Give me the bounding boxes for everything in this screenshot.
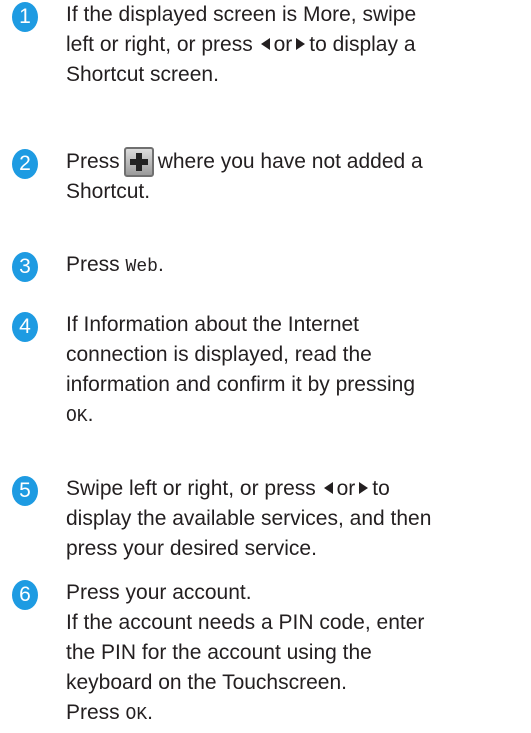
text-fragment: to xyxy=(372,477,390,500)
ui-term: OK xyxy=(125,705,148,725)
ui-term: Web xyxy=(125,257,158,277)
step-line: If the displayed screen is More, swipe xyxy=(66,3,417,26)
text-fragment: Swipe left or right, or press xyxy=(66,477,316,500)
text-fragment: or xyxy=(273,33,293,56)
step-line: If Information about the Internet xyxy=(66,313,360,336)
step-line: connection is displayed, read the xyxy=(66,343,372,366)
step-line: information and confirm it by pressing xyxy=(66,373,415,396)
step-number-badge: 5 xyxy=(12,476,38,506)
text-fragment: . xyxy=(87,403,94,426)
step-line: display the available services, and then xyxy=(66,507,432,530)
step-number-badge: 1 xyxy=(12,2,38,32)
step-line: left or right, or press or to display a xyxy=(66,30,531,60)
step-line: Press OK. xyxy=(66,698,531,728)
step-text: Press your account. If the account needs… xyxy=(66,578,531,728)
step-line: Swipe left or right, or press or to xyxy=(66,474,531,504)
text-fragment: to display a xyxy=(309,33,416,56)
step-line: the PIN for the account using the xyxy=(66,641,372,664)
step-line: OK. xyxy=(66,400,531,430)
step-number-badge: 2 xyxy=(12,149,38,179)
step-text: Swipe left or right, or press or to displ… xyxy=(66,474,531,564)
step-text: If Information about the Internet connec… xyxy=(66,310,531,430)
left-arrow-icon xyxy=(323,482,333,494)
step-number-badge: 3 xyxy=(12,252,38,282)
text-fragment: Press xyxy=(66,253,120,276)
step-line: If the account needs a PIN code, enter xyxy=(66,611,425,634)
ui-term: OK xyxy=(66,407,88,427)
right-arrow-icon xyxy=(296,38,306,50)
step-line: Press your account. xyxy=(66,581,252,604)
text-fragment: Press xyxy=(66,150,120,173)
left-arrow-icon xyxy=(260,38,270,50)
text-fragment: left or right, or press xyxy=(66,33,253,56)
step-line: Press Web. xyxy=(66,250,531,280)
plus-button-icon xyxy=(123,147,154,177)
step-text: Press Web. xyxy=(66,250,531,280)
text-fragment: where you have not added a xyxy=(157,150,423,173)
text-fragment: Press xyxy=(66,701,120,724)
text-fragment: or xyxy=(336,477,356,500)
text-fragment: . xyxy=(147,701,153,724)
right-arrow-icon xyxy=(359,482,369,494)
text-fragment: . xyxy=(157,253,164,276)
step-text: If the displayed screen is More, swipe l… xyxy=(66,0,531,90)
step-line: Shortcut. xyxy=(66,180,151,203)
step-line: Shortcut screen. xyxy=(66,63,219,86)
step-line: press your desired service. xyxy=(66,537,317,560)
step-text: Press where you have not added a Shortcut… xyxy=(66,147,531,207)
step-line: Press where you have not added a xyxy=(66,147,531,177)
step-number-badge: 6 xyxy=(12,580,38,610)
step-line: keyboard on the Touchscreen. xyxy=(66,671,347,694)
step-number-badge: 4 xyxy=(12,312,38,342)
